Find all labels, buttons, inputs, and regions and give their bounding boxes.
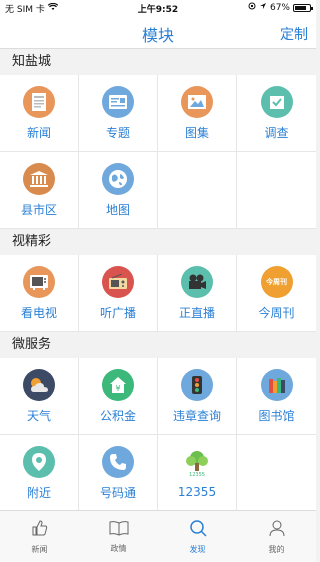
module-label: 图集 [184,125,209,140]
empty-cell [158,152,237,229]
weekly-badge-text: 今周刊 [266,277,287,286]
status-right: 67% [248,2,313,13]
tree-logo-icon: 12355 [181,447,213,479]
navigation-bar: 模块 定制 [0,16,316,49]
page-title: 模块 [141,26,174,45]
fund-icon: ¥ [102,368,134,401]
module-item[interactable]: 地图 [79,152,158,229]
tab-bar: 新闻 政情 发现 我的 [0,510,316,562]
location-icon [23,445,55,478]
module-label: 12355 [177,485,217,499]
module-label: 县市区 [20,202,57,217]
thumbs-up-icon [31,519,49,541]
module-label: 公积金 [99,408,136,423]
module-label: 地图 [105,202,130,217]
module-grid: 天气 ¥ 公积金 违章查询 图书馆附近 号码通 12355 12355 [0,358,316,512]
news-icon [23,85,55,118]
weekly-icon: 今周刊 [260,265,293,298]
tv-icon [23,265,55,298]
globe-icon [102,162,134,195]
battery-percent: 67% [269,2,290,13]
empty-cell [237,435,316,512]
traffic-light-icon [181,368,213,401]
svg-text:¥: ¥ [115,384,120,393]
module-label: 附近 [26,485,51,500]
status-bar: 无 SIM 卡 上午9:52 67% [0,0,316,16]
topic-icon [102,85,134,118]
phone-icon [102,445,134,478]
tab-person[interactable]: 我的 [237,511,316,562]
tab-label: 我的 [268,544,285,554]
tab-label: 新闻 [31,544,48,554]
module-item[interactable]: 附近 [0,435,79,512]
weather-icon [23,368,55,401]
module-item[interactable]: 今周刊 今周刊 [237,255,316,332]
tab-thumbs-up[interactable]: 新闻 [0,511,79,562]
battery-fill [295,5,306,10]
module-item[interactable]: 看电视 [0,255,79,332]
building-icon [23,162,55,195]
module-label: 听广播 [99,305,136,320]
module-label: 今周刊 [258,305,295,320]
customize-button[interactable]: 定制 [280,24,308,44]
module-item[interactable]: 正直播 [158,255,237,332]
module-item[interactable]: 听广播 [79,255,158,332]
rotation-lock-icon [248,2,256,13]
module-item[interactable]: 12355 12355 [158,435,237,512]
module-label: 新闻 [26,125,51,140]
section-header: 视精彩 [0,229,316,255]
section-header: 微服务 [0,332,316,358]
module-item[interactable]: 号码通 [79,435,158,512]
module-label: 看电视 [20,305,57,320]
module-grid: 看电视 听广播 正直播 今周刊 今周刊 [0,255,316,332]
module-label: 专题 [105,125,130,140]
module-label: 天气 [26,408,51,423]
camera-icon [181,265,213,298]
module-item[interactable]: 天气 [0,358,79,435]
battery-icon [293,3,313,12]
module-item[interactable]: 图书馆 [237,358,316,435]
module-item[interactable]: 图集 [158,75,237,152]
module-label: 图书馆 [258,408,295,423]
search-icon [189,519,207,541]
svg-text:12355: 12355 [189,472,205,478]
module-item[interactable]: 县市区 [0,152,79,229]
library-icon [260,368,293,401]
tab-label: 发现 [189,544,206,554]
empty-cell [237,152,316,229]
module-list: 知盐城 新闻 专题 图集 调查 县市区 地图 视精彩 看电视 听广播 正直播 今周刊 今周刊 微服务 天气 ¥… [0,49,316,512]
module-label: 号码通 [99,485,136,500]
tab-book[interactable]: 政情 [79,511,158,562]
module-item[interactable]: ¥ 公积金 [79,358,158,435]
tab-search[interactable]: 发现 [158,511,237,562]
module-label: 正直播 [178,305,215,320]
module-label: 调查 [264,125,289,140]
section-header: 知盐城 [0,49,316,75]
module-item[interactable]: 调查 [237,75,316,152]
gallery-icon [181,85,213,118]
module-grid: 新闻 专题 图集 调查县市区 地图 [0,75,316,229]
book-icon [109,520,129,540]
location-arrow-icon [259,2,267,13]
module-item[interactable]: 专题 [79,75,158,152]
survey-icon [260,85,293,118]
module-item[interactable]: 违章查询 [158,358,237,435]
person-icon [268,519,286,541]
tab-label: 政情 [110,543,127,553]
module-label: 违章查询 [172,408,221,423]
radio-icon [102,265,134,298]
module-item[interactable]: 新闻 [0,75,79,152]
